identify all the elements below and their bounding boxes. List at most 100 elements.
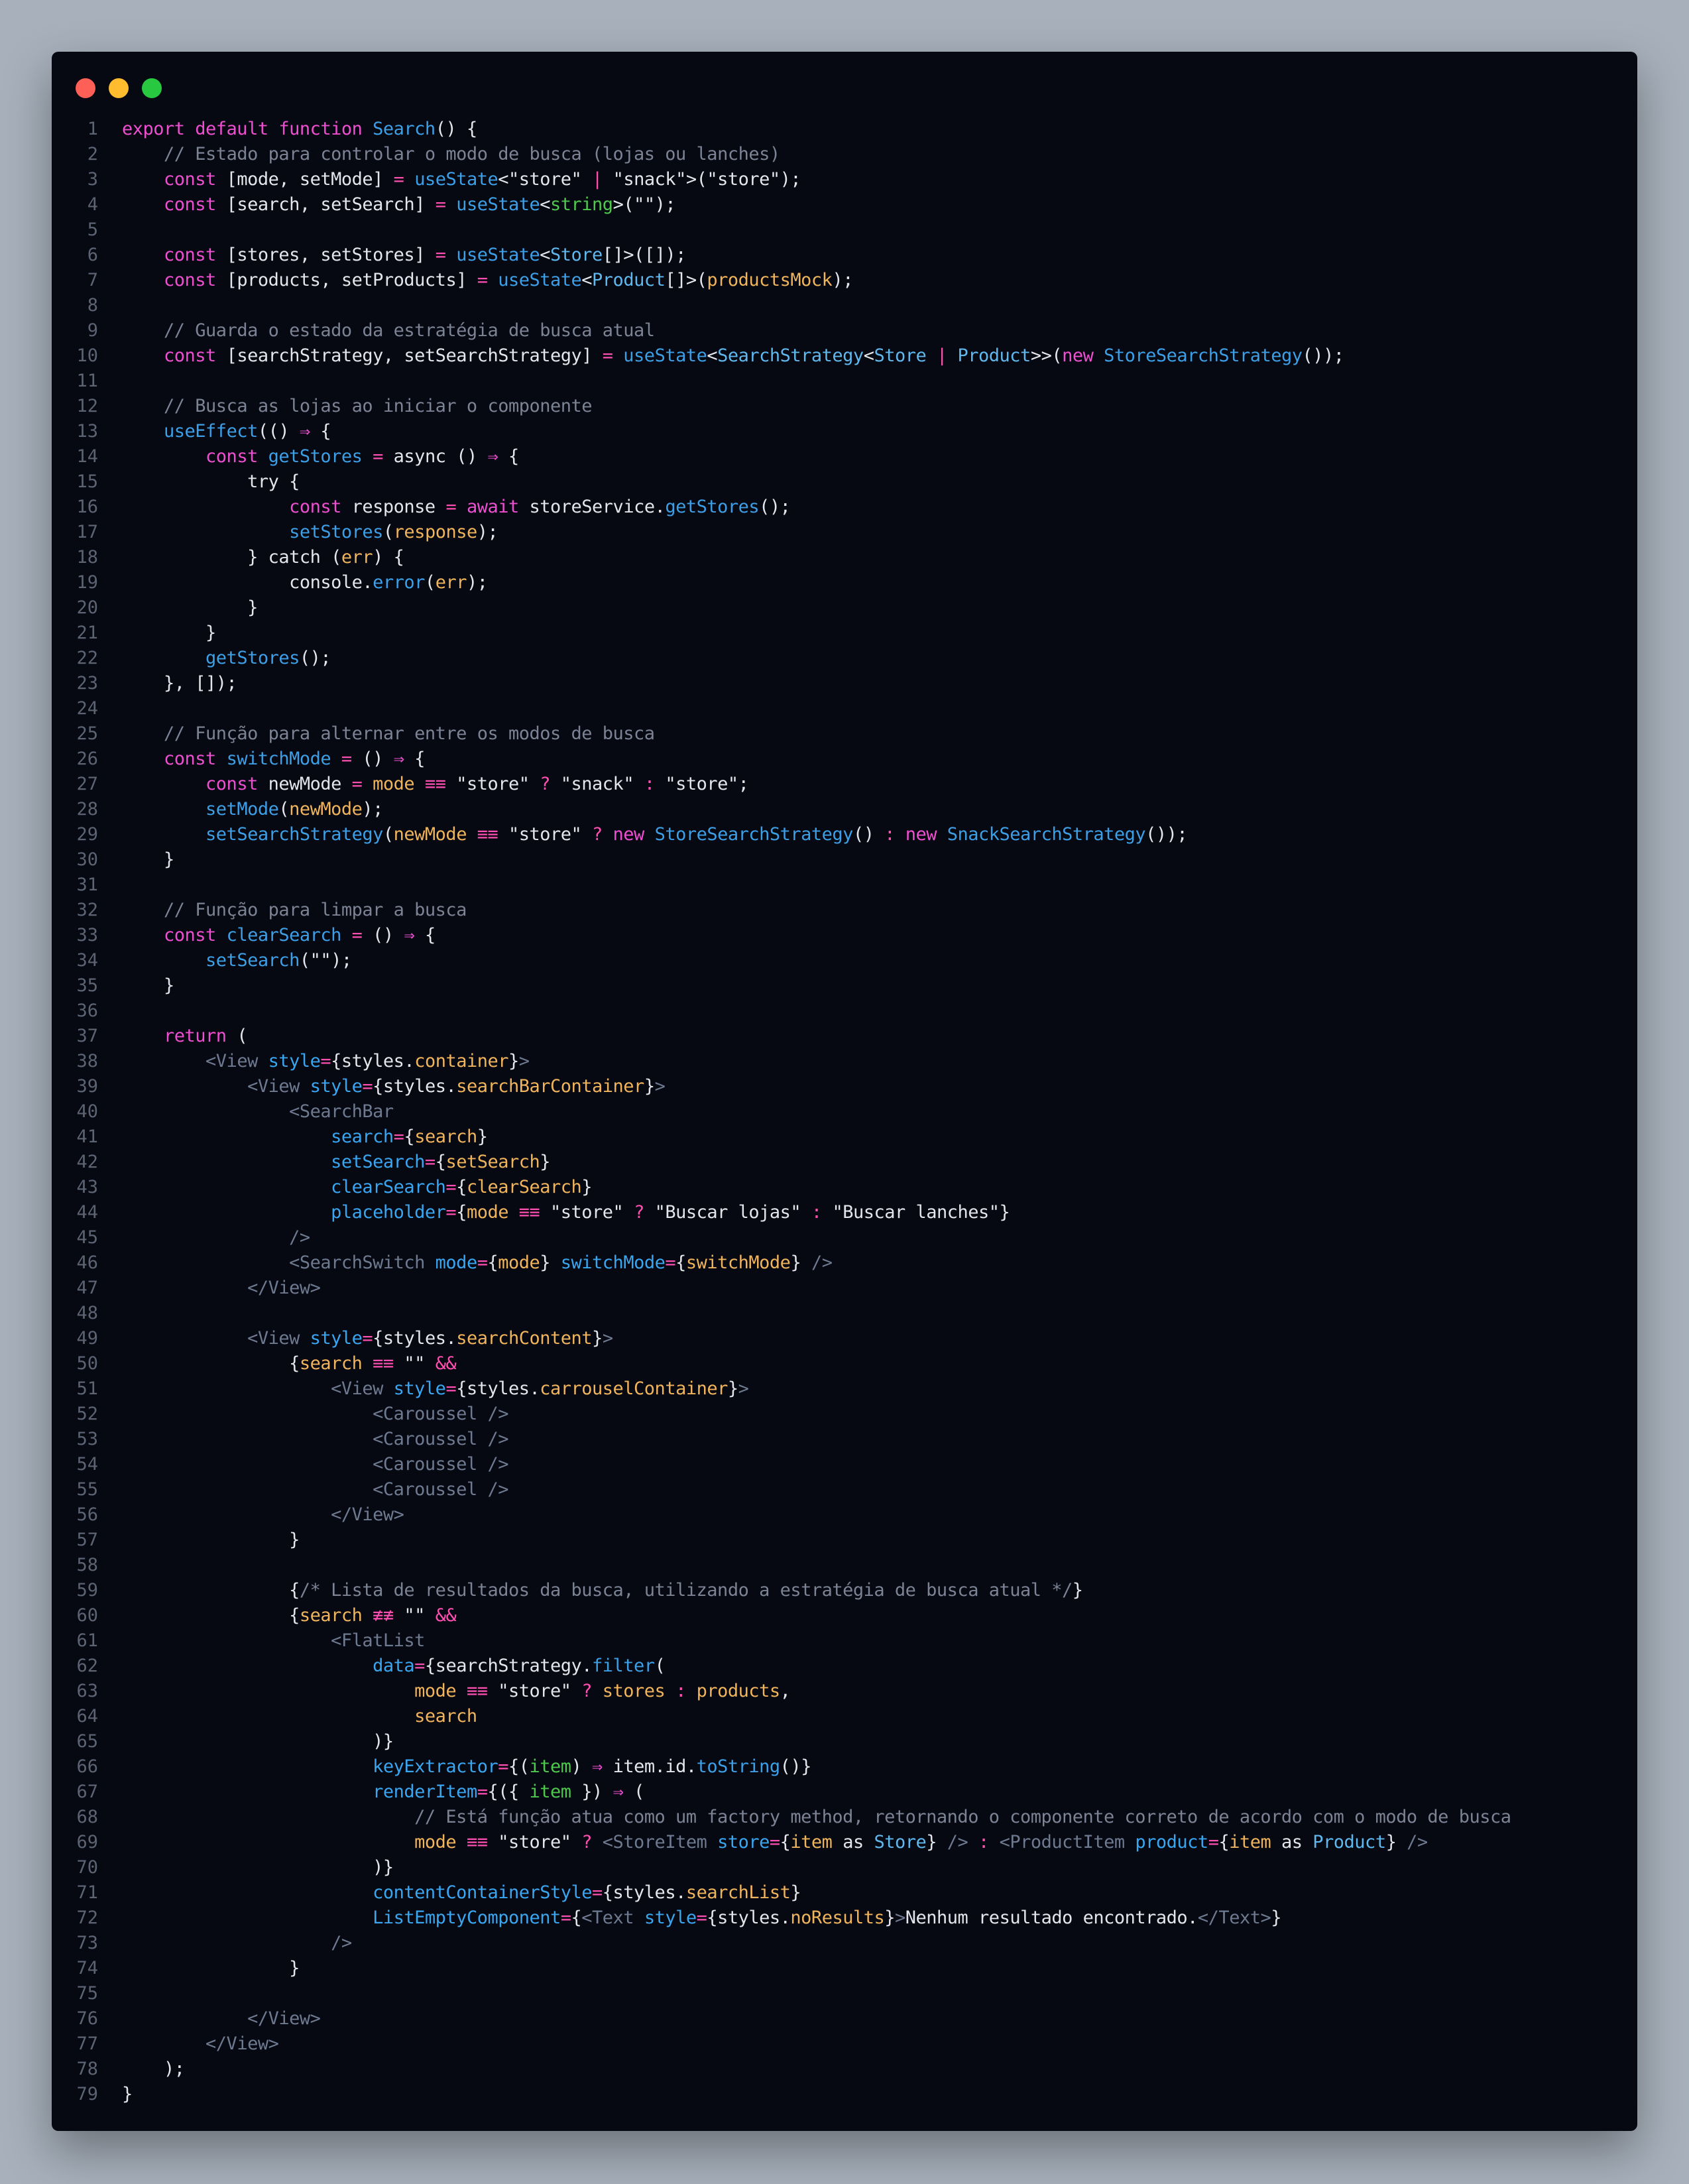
variable-token: mode [466,1202,519,1223]
code-line: 27 const newMode = mode ≡≡ "store" ? "sn… [52,772,1637,797]
line-number: 20 [76,597,98,618]
code-text: } [540,1252,561,1273]
keyword-token: new [905,824,947,845]
variable-token: item [1229,1832,1281,1852]
line-content: data={searchStrategy.filter( [122,1654,666,1679]
line-number: 44 [76,1202,98,1223]
keyword-token: ⇒ [404,925,425,945]
code-line: 41 search={search} [52,1124,1637,1150]
close-button[interactable] [76,78,95,98]
code-text: < [707,345,718,366]
line-content: export default function Search() { [122,117,477,142]
code-text: } [581,1177,593,1197]
jsx-tag-token: <SearchBar [289,1101,394,1122]
operator-token: = [1208,1832,1219,1852]
line-content: </View> [122,1276,321,1301]
code-text: } [122,849,174,870]
function-token: getStores [205,648,300,668]
code-text: { [456,1177,467,1197]
jsx-tag-token: <Caroussel /> [373,1429,508,1449]
jsx-tag-token: > [895,1908,905,1928]
line-number: 18 [76,547,98,568]
minimize-button[interactable] [109,78,129,98]
code-line: 50 {search ≡≡ "" && [52,1351,1637,1376]
code-text: async () [393,446,488,467]
jsx-attr-token: setSearch [331,1152,425,1172]
code-text: []>([]); [602,245,687,265]
line-number: 61 [76,1630,98,1651]
line-content: <SearchSwitch mode={mode} switchMode={sw… [122,1250,833,1276]
function-token: error [373,572,425,593]
line-content: } [122,1528,300,1553]
code-line: 64 search [52,1704,1637,1729]
operator-token: = [351,925,373,945]
variable-token: carrouselContainer [540,1378,728,1399]
code-line: 1 export default function Search() { [52,117,1637,142]
code-text: as [843,1832,874,1852]
line-number: 21 [76,623,98,643]
jsx-tag-token: <View [205,1051,268,1071]
code-line: 37 return ( [52,1024,1637,1049]
type-token: Store [874,1832,927,1852]
code-text: () [373,925,404,945]
code-text: )} [122,1731,394,1752]
code-text: ); [477,522,498,542]
function-token: getStores [268,446,373,467]
line-number: 17 [76,522,98,542]
variable-token: setSearch [445,1152,540,1172]
code-text: "snack" [560,774,644,794]
code-text: "store" [456,774,540,794]
line-content: search [122,1704,477,1729]
line-content: <SearchBar [122,1099,394,1124]
operator-token: = [362,1076,373,1097]
code-text: "" [404,1605,436,1626]
line-number: 27 [76,774,98,794]
code-text: {({ [487,1782,530,1802]
code-line: 73 /> [52,1931,1637,1956]
code-text: ( [382,522,394,542]
code-editor: 1 export default function Search() {2 // … [52,117,1637,2107]
variable-token: stores [602,1681,676,1701]
code-line: 71 contentContainerStyle={styles.searchL… [52,1880,1637,1906]
keyword-token: const [164,194,227,215]
operator-token: = [393,1126,404,1147]
code-line: 40 <SearchBar [52,1099,1637,1124]
line-content: // Função para alternar entre os modos d… [122,721,655,747]
code-text: { [404,1126,415,1147]
line-number: 14 [76,446,98,467]
type-token: Product [592,270,666,290]
line-number: 22 [76,648,98,668]
operator-token: ? [540,774,561,794]
code-line: 65 )} [52,1729,1637,1754]
line-number: 41 [76,1126,98,1147]
line-number: 12 [76,396,98,416]
code-line: 53 <Caroussel /> [52,1427,1637,1452]
code-text: ()} [780,1756,812,1777]
variable-token: search [299,1353,373,1374]
line-number: 70 [76,1857,98,1878]
comment-token: // Guarda o estado da estratégia de busc… [164,320,655,341]
operator-token: | [937,345,958,366]
maximize-button[interactable] [142,78,162,98]
line-number: 29 [76,824,98,845]
code-text: { [122,1580,300,1601]
keyword-token: ⇒ [393,749,415,769]
code-line: 72 ListEmptyComponent={<Text style={styl… [52,1906,1637,1931]
operator-token: : [811,1202,833,1223]
line-number: 4 [87,194,98,215]
code-line: 44 placeholder={mode ≡≡ "store" ? "Busca… [52,1200,1637,1225]
line-content: </View> [122,1502,404,1528]
line-number: 51 [76,1378,98,1399]
line-content: try { [122,469,300,495]
line-content: ListEmptyComponent={<Text style={styles.… [122,1906,1281,1931]
code-text: } [790,1882,801,1903]
line-number: 62 [76,1656,98,1676]
code-text: }) [581,1782,613,1802]
code-text: ( [654,1656,666,1676]
